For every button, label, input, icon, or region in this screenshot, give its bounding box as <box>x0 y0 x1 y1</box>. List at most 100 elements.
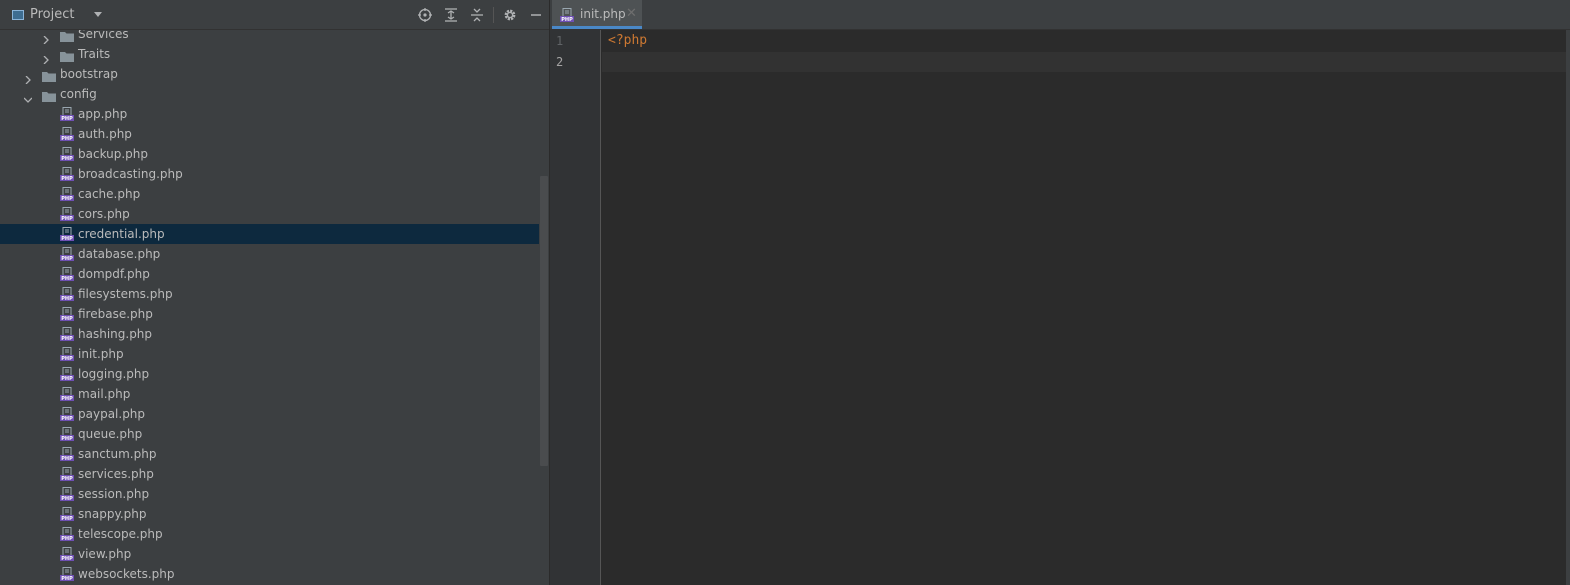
chevron-down-icon[interactable] <box>23 90 33 103</box>
php-file-icon: PHP <box>60 487 74 502</box>
file-row[interactable]: PHP cache.php <box>0 184 539 204</box>
php-file-icon: PHP <box>60 207 74 222</box>
php-file-icon: PHP <box>60 467 74 482</box>
file-row[interactable]: PHP filesystems.php <box>0 284 539 304</box>
file-row[interactable]: PHP websockets.php <box>0 564 539 584</box>
current-line-highlight <box>602 52 1568 72</box>
expand-all-icon[interactable] <box>438 0 464 29</box>
file-row[interactable]: PHP services.php <box>0 464 539 484</box>
project-panel-header: Project <box>0 0 549 30</box>
svg-text:PHP: PHP <box>61 156 73 161</box>
file-label: websockets.php <box>78 567 175 581</box>
svg-text:PHP: PHP <box>61 236 73 241</box>
php-file-icon: PHP <box>60 367 74 382</box>
svg-text:PHP: PHP <box>61 356 73 361</box>
line-number-gutter: 1 2 <box>550 30 601 585</box>
folder-icon <box>60 48 74 62</box>
file-row[interactable]: PHP snappy.php <box>0 504 539 524</box>
chevron-right-icon[interactable] <box>24 70 32 85</box>
gear-icon[interactable] <box>497 0 523 29</box>
file-row[interactable]: PHP paypal.php <box>0 404 539 424</box>
minimize-icon[interactable] <box>523 0 549 29</box>
file-row[interactable]: PHP queue.php <box>0 424 539 444</box>
php-file-icon: PHP <box>60 147 74 162</box>
editor-right-stripe <box>1566 30 1570 585</box>
file-label: filesystems.php <box>78 287 173 301</box>
close-icon[interactable]: ✕ <box>626 6 637 21</box>
file-row[interactable]: PHP auth.php <box>0 124 539 144</box>
tree-scrollbar-thumb[interactable] <box>540 176 548 466</box>
file-row[interactable]: PHP view.php <box>0 544 539 564</box>
svg-text:PHP: PHP <box>61 456 73 461</box>
file-row[interactable]: PHP broadcasting.php <box>0 164 539 184</box>
svg-text:PHP: PHP <box>61 336 73 341</box>
svg-text:PHP: PHP <box>61 116 73 121</box>
svg-text:PHP: PHP <box>61 496 73 501</box>
php-file-icon: PHP <box>60 267 74 282</box>
php-file-icon: PHP <box>60 427 74 442</box>
svg-text:PHP: PHP <box>61 436 73 441</box>
locate-icon[interactable] <box>412 0 438 29</box>
project-panel-toolbar <box>412 0 549 29</box>
folder-row[interactable]: config <box>0 84 539 104</box>
file-row[interactable]: PHP telescope.php <box>0 524 539 544</box>
file-row[interactable]: PHP init.php <box>0 344 539 364</box>
svg-text:PHP: PHP <box>61 416 73 421</box>
file-label: session.php <box>78 487 150 501</box>
chevron-right-icon[interactable] <box>42 50 50 65</box>
folder-label: Traits <box>78 47 111 61</box>
svg-text:PHP: PHP <box>61 476 73 481</box>
file-row[interactable]: PHP database.php <box>0 244 539 264</box>
file-row[interactable]: PHP backup.php <box>0 144 539 164</box>
project-view-selector[interactable]: Project <box>12 0 103 29</box>
php-file-icon: PHP <box>60 227 74 242</box>
tab-init-php[interactable]: PHP init.php ✕ <box>552 0 642 29</box>
tab-label: init.php <box>580 7 626 21</box>
file-row[interactable]: PHP credential.php <box>0 224 539 244</box>
file-row[interactable]: PHP hashing.php <box>0 324 539 344</box>
file-label: init.php <box>78 347 124 361</box>
chevron-right-icon[interactable] <box>42 30 50 45</box>
php-file-icon: PHP <box>60 187 74 202</box>
file-row[interactable]: PHP session.php <box>0 484 539 504</box>
file-label: snappy.php <box>78 507 147 521</box>
php-file-icon: PHP <box>60 347 74 362</box>
file-row[interactable]: PHP cors.php <box>0 204 539 224</box>
line-number: 2 <box>556 55 564 69</box>
file-label: paypal.php <box>78 407 146 421</box>
chevron-down-icon[interactable] <box>94 12 103 17</box>
svg-text:PHP: PHP <box>61 176 73 181</box>
svg-text:PHP: PHP <box>61 296 73 301</box>
svg-text:PHP: PHP <box>61 196 73 201</box>
file-row[interactable]: PHP sanctum.php <box>0 444 539 464</box>
file-label: telescope.php <box>78 527 163 541</box>
svg-text:PHP: PHP <box>61 276 73 281</box>
folder-label: bootstrap <box>60 67 118 81</box>
collapse-all-icon[interactable] <box>464 0 490 29</box>
file-row[interactable]: PHP app.php <box>0 104 539 124</box>
file-label: credential.php <box>78 227 165 241</box>
folder-row[interactable]: Traits <box>0 44 539 65</box>
file-row[interactable]: PHP dompdf.php <box>0 264 539 284</box>
svg-text:PHP: PHP <box>61 316 73 321</box>
file-row[interactable]: PHP logging.php <box>0 364 539 384</box>
file-row[interactable]: PHP mail.php <box>0 384 539 404</box>
php-file-icon: PHP <box>60 247 74 262</box>
php-file-icon: PHP <box>60 447 74 462</box>
php-file-icon: PHP <box>60 107 74 122</box>
editor-tab-bar: PHP init.php ✕ <box>550 0 1570 30</box>
file-label: backup.php <box>78 147 149 161</box>
file-label: database.php <box>78 247 161 261</box>
file-label: mail.php <box>78 387 131 401</box>
project-tree: Services Traits bootstrap config PHP app.php P… <box>0 24 539 584</box>
project-window-icon <box>12 9 24 20</box>
code-editor[interactable]: <?php <box>602 30 1568 585</box>
folder-row[interactable]: bootstrap <box>0 64 539 85</box>
php-file-icon: PHP <box>560 8 574 22</box>
svg-text:PHP: PHP <box>61 576 73 581</box>
project-panel-title: Project <box>30 7 75 22</box>
php-file-icon: PHP <box>60 287 74 302</box>
folder-label: config <box>60 87 97 101</box>
file-row[interactable]: PHP firebase.php <box>0 304 539 324</box>
php-file-icon: PHP <box>60 547 74 562</box>
